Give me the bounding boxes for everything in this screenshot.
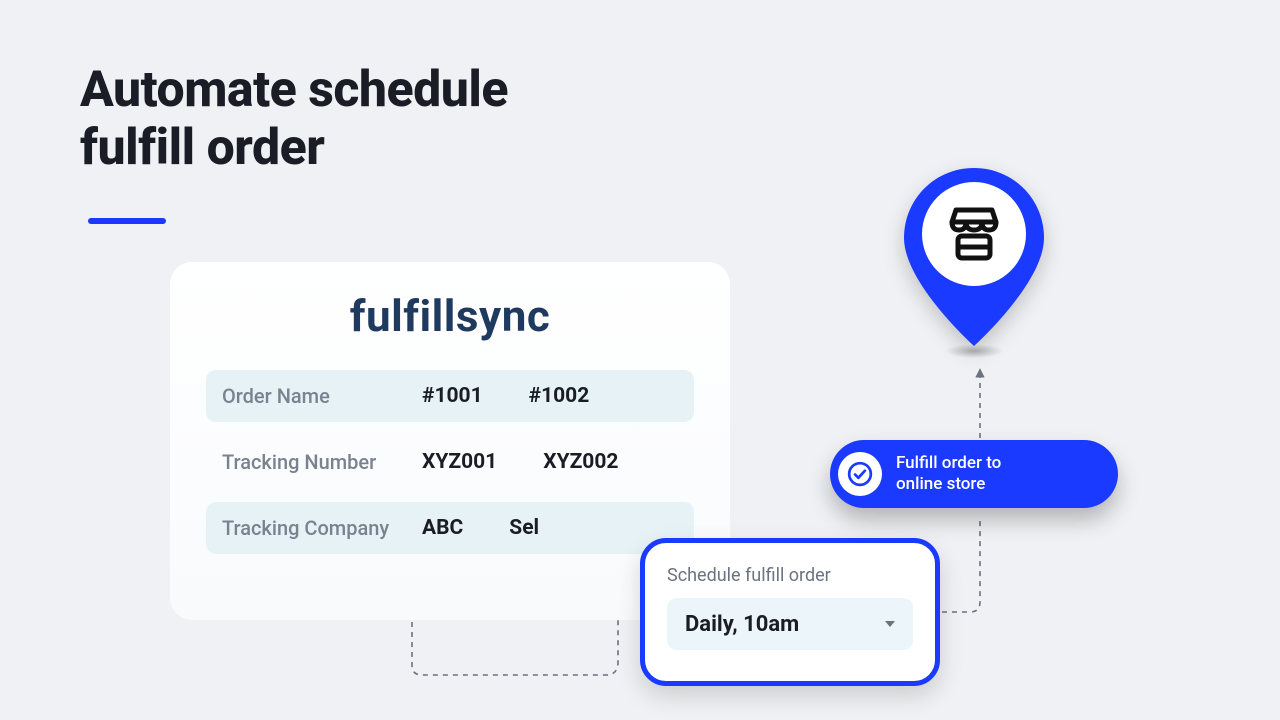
schedule-label: Schedule fulfill order: [667, 565, 913, 586]
schedule-popup: Schedule fulfill order Daily, 10am: [640, 538, 940, 686]
schedule-select[interactable]: Daily, 10am: [667, 598, 913, 650]
label-tracking-company: Tracking Company: [222, 516, 422, 540]
fulfill-pill[interactable]: Fulfill order toonline store: [830, 440, 1118, 508]
chevron-down-icon: [885, 621, 895, 627]
store-pin-icon: [904, 168, 1044, 358]
tracking-company-1: ABC: [422, 516, 463, 540]
label-order-name: Order Name: [222, 384, 422, 408]
row-tracking-number: Tracking Number XYZ001 XYZ002: [206, 436, 694, 488]
row-order-name: Order Name #1001 #1002: [206, 370, 694, 422]
tracking-company-2: Sel: [509, 516, 539, 540]
order-name-1: #1001: [422, 384, 483, 408]
check-icon: [838, 452, 882, 496]
order-name-2: #1002: [529, 384, 590, 408]
card-brand: fulfillsync: [206, 290, 694, 342]
pill-text: Fulfill order toonline store: [896, 453, 1001, 496]
schedule-value: Daily, 10am: [685, 612, 799, 637]
row-tracking-company: Tracking Company ABC Sel: [206, 502, 694, 554]
tracking-number-1: XYZ001: [422, 450, 497, 474]
page-title: Automate schedulefulfill order: [80, 62, 508, 177]
tracking-number-2: XYZ002: [543, 450, 618, 474]
title-underline: [88, 218, 166, 224]
label-tracking-number: Tracking Number: [222, 450, 422, 474]
